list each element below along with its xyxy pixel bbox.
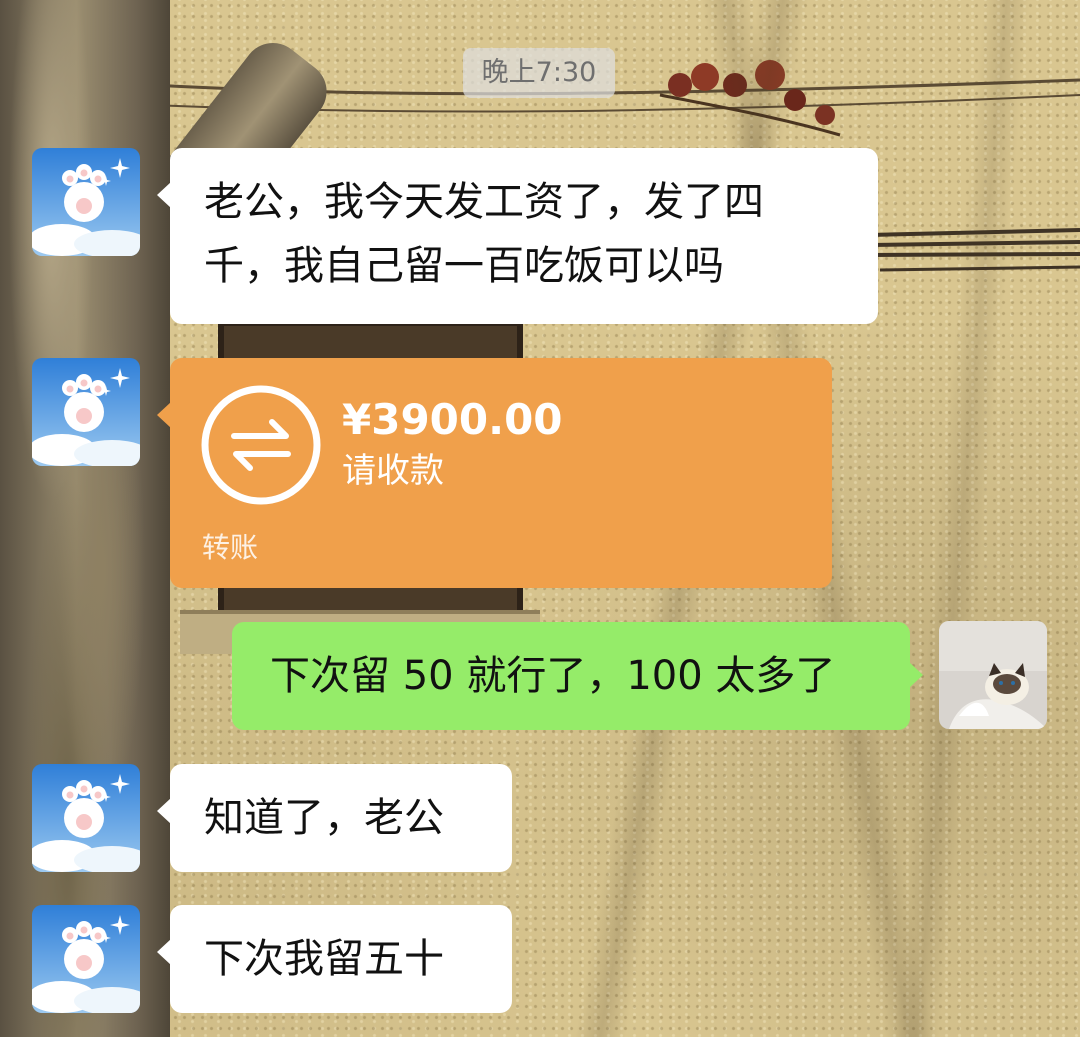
contact-avatar[interactable] xyxy=(32,358,140,466)
message-bubble-incoming[interactable]: 下次我留五十 xyxy=(157,905,512,1013)
transfer-arrows-icon xyxy=(201,385,321,505)
message-timestamp: 晚上7:30 xyxy=(463,48,615,98)
message-bubble-outgoing[interactable]: 下次留 50 就行了，100 太多了 xyxy=(232,622,923,730)
cat-paw-cloud-avatar-icon xyxy=(32,148,140,256)
contact-avatar[interactable] xyxy=(32,764,140,872)
contact-avatar[interactable] xyxy=(32,905,140,1013)
transfer-divider xyxy=(190,526,812,527)
transfer-type-label: 转账 xyxy=(202,531,259,564)
message-text: 下次留 50 就行了，100 太多了 xyxy=(270,653,836,699)
message-bubble-incoming[interactable]: 知道了，老公 xyxy=(157,764,512,872)
cat-photo-avatar-icon xyxy=(939,621,1047,729)
message-text: 下次我留五十 xyxy=(204,936,444,982)
transfer-status: 请收款 xyxy=(342,451,444,491)
cat-paw-cloud-avatar-icon xyxy=(32,764,140,872)
cat-paw-cloud-avatar-icon xyxy=(32,905,140,1013)
transfer-amount: ¥3900.00 xyxy=(342,395,563,444)
transfer-card[interactable]: ¥3900.00 请收款 转账 xyxy=(157,358,832,588)
cat-paw-cloud-avatar-icon xyxy=(32,358,140,466)
message-bubble-incoming[interactable]: 老公，我今天发工资了，发了四 千，我自己留一百吃饭可以吗 xyxy=(157,148,878,324)
contact-avatar[interactable] xyxy=(32,148,140,256)
self-avatar[interactable] xyxy=(939,621,1047,729)
message-text: 知道了，老公 xyxy=(204,795,444,841)
message-text-line: 千，我自己留一百吃饭可以吗 xyxy=(204,243,724,289)
message-text-line: 老公，我今天发工资了，发了四 xyxy=(204,179,764,225)
